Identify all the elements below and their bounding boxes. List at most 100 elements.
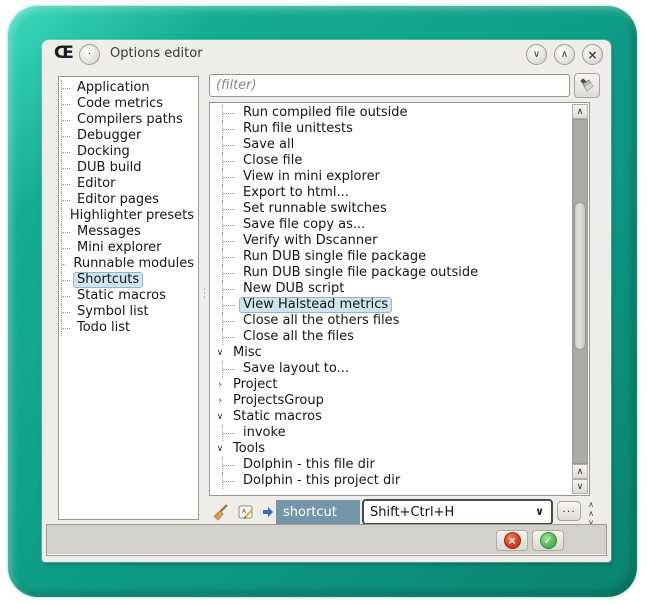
chevron-down-icon[interactable]: ∨ [215,444,225,454]
tree-row[interactable]: ∨ Tools [211,441,571,457]
tree-row-label: Close all the others files [239,313,403,329]
tree-line [62,248,70,249]
sidebar-item-compilers-paths[interactable]: Compilers paths [59,112,198,128]
title-bar[interactable]: Œ · Options editor ∨ ∧ × [42,40,611,68]
tree-row[interactable]: Save layout to... [211,361,571,377]
tree-row-label: Verify with Dscanner [239,233,381,249]
tree-row-label: Set runnable switches [239,201,391,217]
tree-row[interactable]: View Halstead metrics [211,297,571,313]
cancel-button[interactable]: × [496,530,528,551]
chevron-right-icon[interactable]: › [215,380,225,390]
tree-line [223,209,235,210]
tree-row[interactable]: Verify with Dscanner [211,233,571,249]
tree-row[interactable]: Dolphin - this file dir [211,457,571,473]
tree-row-label: Project [229,377,281,393]
sidebar-item-messages[interactable]: Messages [59,224,198,240]
scrollbar-track[interactable] [572,119,588,464]
sidebar-item-label: Code metrics [73,96,167,112]
tree-row[interactable]: Export to html... [211,185,571,201]
sidebar-item-highlighter-presets[interactable]: Highlighter presets [59,208,198,224]
minimize-button[interactable]: ∨ [526,44,547,65]
tree-row[interactable]: Close file [211,153,571,169]
tree-row-label: ProjectsGroup [229,393,328,409]
sidebar-item-label: Todo list [73,320,134,336]
tree-row-label: invoke [239,425,290,441]
tree-row-label: Save all [239,137,298,153]
tree-row[interactable]: Save all [211,137,571,153]
sidebar-item-label: Static macros [73,288,170,304]
close-button[interactable]: × [582,44,603,65]
tree-row[interactable]: Run compiled file outside [211,105,571,121]
tree-row[interactable]: Run file unittests [211,121,571,137]
shortcut-combo[interactable]: Shift+Ctrl+H ∨ [362,499,553,525]
chevron-right-icon[interactable]: › [215,396,225,406]
window-frame: Œ · Options editor ∨ ∧ × ApplicationCode… [8,6,637,597]
tree-row-label: View in mini explorer [239,169,384,185]
scroll-up-button-2[interactable]: ∧ [572,464,588,479]
shortcut-combo-value: Shift+Ctrl+H [370,505,454,520]
tree-row[interactable]: Save file copy as... [211,217,571,233]
scroll-down-button[interactable]: ∨ [572,479,588,494]
tree-line [223,433,235,434]
tree-row[interactable]: invoke [211,425,571,441]
tree-row[interactable]: View in mini explorer [211,169,571,185]
sidebar-item-code-metrics[interactable]: Code metrics [59,96,198,112]
ok-check-icon: ✓ [540,532,557,549]
sidebar-item-docking[interactable]: Docking [59,144,198,160]
cancel-x-icon: × [504,532,521,549]
maximize-button[interactable]: ∧ [554,44,575,65]
sidebar-item-mini-explorer[interactable]: Mini explorer [59,240,198,256]
clear-filter-button[interactable] [574,73,600,98]
sidebar-item-static-macros[interactable]: Static macros [59,288,198,304]
chevron-down-icon[interactable]: ∨ [215,348,225,358]
sidebar-item-runnable-modules[interactable]: Runnable modules [59,256,198,272]
tree-row[interactable]: Close all the files [211,329,571,345]
tree-row-label: Misc [229,345,266,361]
tree-row[interactable]: Dolphin - this project dir [211,473,571,489]
tree-line [223,321,235,322]
desktop: Œ · Options editor ∨ ∧ × ApplicationCode… [0,0,647,604]
sidebar-item-application[interactable]: Application [59,80,198,96]
sidebar-item-debugger[interactable]: Debugger [59,128,198,144]
sidebar-item-label: Messages [73,224,145,240]
sidebar-item-editor[interactable]: Editor [59,176,198,192]
tree-row[interactable]: › ProjectsGroup [211,393,571,409]
sidebar-item-dub-build[interactable]: DUB build [59,160,198,176]
window-menu-button[interactable]: · [79,44,100,65]
tree-row-label: Tools [229,441,269,457]
tree-line [62,184,70,185]
splitter[interactable]: ··· [200,76,209,520]
tree-scrollbar[interactable]: ∧ ∧ ∨ [572,104,588,494]
tree-line [223,145,235,146]
tree-row[interactable]: Run DUB single file package [211,249,571,265]
sidebar-item-todo-list[interactable]: Todo list [59,320,198,336]
tree-row[interactable]: Set runnable switches [211,201,571,217]
chevron-down-icon[interactable]: ∨ [215,412,225,422]
tree-line [62,264,66,265]
property-name-cell[interactable]: shortcut [276,500,360,524]
more-button[interactable]: ... [557,501,581,521]
ok-button[interactable]: ✓ [532,530,564,551]
tree-row-label: Close file [239,153,306,169]
filter-input[interactable] [209,74,570,97]
tree-row-label: Export to html... [239,185,353,201]
tree-row[interactable]: Close all the others files [211,313,571,329]
tree-row[interactable]: ∨Static macros [211,409,571,425]
shortcuts-tree-panel: Run compiled file outsideRun file unitte… [209,102,590,496]
scroll-up-button[interactable]: ∧ [572,104,588,119]
sidebar-item-editor-pages[interactable]: Editor pages [59,192,198,208]
tree-line [62,168,70,169]
tree-line [223,129,235,130]
tree-row[interactable]: › Project [211,377,571,393]
tree-row[interactable]: New DUB script [211,281,571,297]
blue-right-arrow-icon [262,506,274,518]
sidebar-item-label: Highlighter presets [66,208,198,224]
tree-line [223,241,235,242]
clean-shortcut-button[interactable] [209,501,231,523]
sidebar-item-shortcuts[interactable]: Shortcuts [59,272,198,288]
tree-row[interactable]: ∨ Misc [211,345,571,361]
tree-row[interactable]: Run DUB single file package outside [211,265,571,281]
sidebar-item-symbol-list[interactable]: Symbol list [59,304,198,320]
edit-value-button[interactable]: A [235,501,257,523]
scrollbar-thumb[interactable] [574,202,586,349]
